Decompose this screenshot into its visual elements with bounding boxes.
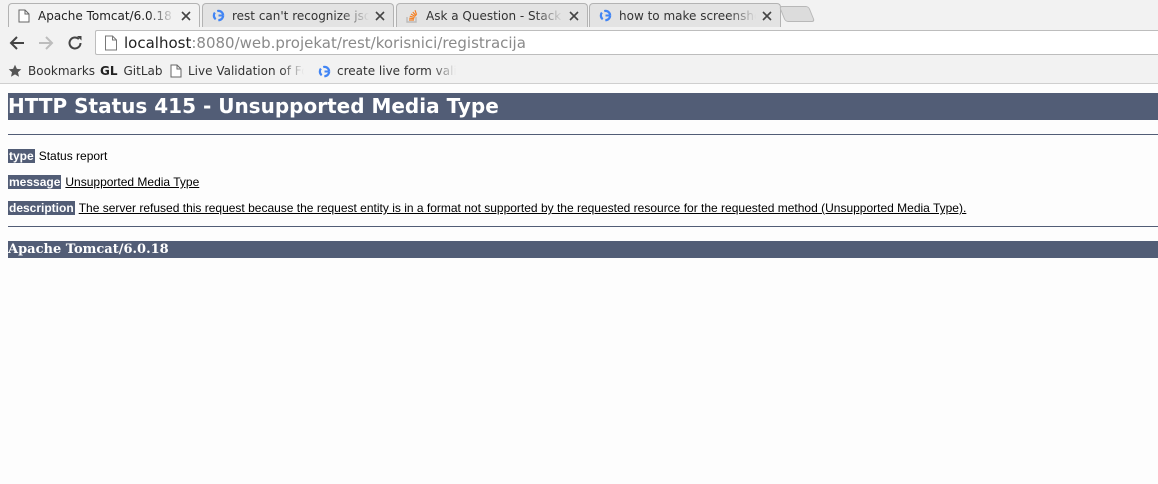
description-value: The server refused this request because … [78,201,967,215]
bookmarks-menu[interactable]: Bookmarks [8,62,95,80]
url-path: :8080/web.projekat/rest/korisnici/regist… [191,33,526,52]
divider [8,226,1158,227]
bookmark-label: create live form validation [337,64,456,78]
gitlab-icon: GL [100,64,118,78]
tab-google-screenshot[interactable]: how to make screenshot on [589,3,781,27]
page-icon [170,64,182,78]
tab-stackoverflow[interactable]: Ask a Question - Stack Overflow [396,3,588,27]
type-label: type [8,149,35,163]
back-button[interactable] [6,32,28,54]
bookmark-live-validation[interactable]: Live Validation of Form [170,62,304,80]
close-icon[interactable] [373,9,387,23]
url-text[interactable]: localhost:8080/web.projekat/rest/korisni… [124,34,526,52]
bookmark-label: GitLab [123,64,163,78]
server-footer: Apache Tomcat/6.0.18 [8,241,1158,258]
forward-button[interactable] [35,32,57,54]
tab-title: Ask a Question - Stack Overflow [426,8,563,23]
close-icon[interactable] [760,9,774,23]
description-label: description [8,201,75,215]
browser-toolbar: localhost:8080/web.projekat/rest/korisni… [0,27,1158,58]
stackoverflow-icon [405,9,419,23]
reload-icon [68,36,82,50]
google-icon [318,65,331,78]
message-label: message [8,175,62,189]
tab-tomcat-error[interactable]: Apache Tomcat/6.0.18 - Error report [8,3,200,27]
page-info-icon [105,35,117,50]
bookmark-live-form-validation[interactable]: create live form validation [318,62,456,80]
new-tab-button[interactable] [778,6,816,22]
message-row: message Unsupported Media Type [8,174,199,190]
bookmark-label: Bookmarks [28,64,96,78]
message-value: Unsupported Media Type [65,175,200,189]
page-icon [17,9,31,23]
bookmark-gitlab[interactable]: GL GitLab [100,62,163,80]
tab-google-search-json[interactable]: rest can't recognize json data [202,3,394,27]
address-bar[interactable]: localhost:8080/web.projekat/rest/korisni… [95,30,1158,55]
close-icon[interactable] [567,9,581,23]
type-row: type Status report [8,148,107,164]
google-icon [211,9,225,23]
close-icon[interactable] [179,9,193,23]
tab-title: rest can't recognize json data [232,8,369,23]
arrow-left-icon [9,36,24,50]
tab-title: how to make screenshot on [619,8,756,23]
url-host: localhost [124,33,192,52]
google-icon [598,9,612,23]
bookmarks-bar: Bookmarks GL GitLab Live Validation of F… [0,58,1158,84]
divider [8,134,1158,135]
description-row: description The server refused this reque… [8,200,966,216]
type-value: Status report [38,149,108,163]
tab-strip: Apache Tomcat/6.0.18 - Error report rest… [0,0,1158,27]
arrow-right-icon [39,36,54,50]
star-icon [8,64,22,78]
tab-title: Apache Tomcat/6.0.18 - Error report [38,8,175,23]
page-title: HTTP Status 415 - Unsupported Media Type [8,93,1158,120]
reload-button[interactable] [64,32,86,54]
bookmark-label: Live Validation of Form [188,64,304,78]
